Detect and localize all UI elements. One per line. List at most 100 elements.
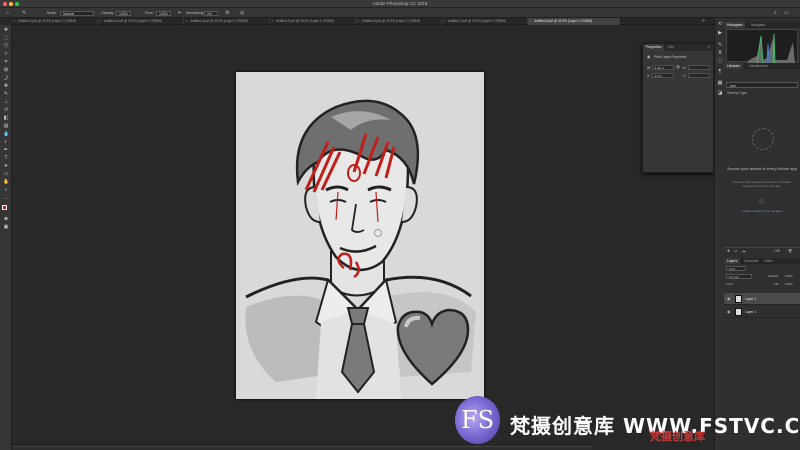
tab-untitled-4[interactable]: × Untitled-4.pdf @ 33.3% (Layer 2, RGB/8) [184,18,270,25]
zoom-tool-icon[interactable]: ⌕ [3,188,9,193]
home-icon[interactable]: ⌂ [6,10,9,16]
close-tab-icon[interactable]: × [100,18,102,25]
tab-adjustments[interactable]: Adjustments [746,63,771,69]
close-tab-icon[interactable]: × [272,18,274,25]
brush-preset-icon[interactable]: ✎ [22,10,26,16]
close-tab-icon[interactable]: × [530,18,532,25]
more-tools-icon[interactable]: … [3,196,9,201]
eye-icon[interactable]: ◉ [727,306,731,318]
foreground-color-swatch[interactable] [2,205,7,210]
close-tab-icon[interactable]: × [186,18,188,25]
history-brush-tool-icon[interactable]: ↺ [3,108,9,113]
path-select-tool-icon[interactable]: ➤ [3,164,9,169]
dodge-tool-icon[interactable]: ◐ [3,140,9,145]
view-by-type[interactable]: View by Type [727,91,747,95]
document-canvas[interactable] [236,72,484,399]
tab-channels[interactable]: Channels [741,258,761,264]
x-field[interactable]: 1.6 in [652,73,674,78]
actions-panel-icon[interactable]: ▶ [717,31,723,36]
window-title: Adobe Photoshop CC 2018 [372,1,428,6]
flow-field[interactable]: 100% [156,10,171,16]
airbrush-icon[interactable]: ⌖ [178,10,181,16]
tab-libraries[interactable]: Libraries [724,63,744,69]
library-select[interactable]: Jack [726,82,798,88]
type-tool-icon[interactable]: T [3,156,9,161]
brush-tool-icon[interactable]: ✎ [3,92,9,97]
eyedropper-tool-icon[interactable]: ⤸ [3,76,9,81]
tab-navigator[interactable]: Navigator [748,22,769,28]
tab-paths[interactable]: Paths [761,258,776,264]
eraser-tool-icon[interactable]: ◧ [3,116,9,121]
close-tab-icon[interactable]: × [358,18,360,25]
trash-icon[interactable]: 🗑 [788,249,792,253]
cc-info-icon[interactable]: ⓘ [759,198,764,205]
screen-mode-icon[interactable]: ▣ [3,225,9,230]
mode-select[interactable]: Normal [60,10,94,16]
styles-panel-icon[interactable]: ◪ [717,91,723,96]
tab-info[interactable]: Info [665,44,677,51]
move-tool-icon[interactable]: ✥ [3,28,9,33]
pen-tool-icon[interactable]: ✒ [3,148,9,153]
swatches-panel-icon[interactable]: ▦ [717,81,723,86]
gear-icon[interactable]: ⚙ [225,10,229,16]
cloud-icon[interactable]: ☁ [742,249,745,253]
tab-properties[interactable]: Properties [643,44,665,51]
glyphs-panel-icon[interactable]: A [717,51,723,56]
info-panel-icon[interactable]: ⓘ [717,59,723,64]
y-field[interactable] [688,73,710,78]
eye-icon[interactable]: ◉ [727,293,731,305]
flow-label: Flow: [145,11,154,15]
tab-untitled-3[interactable]: × Untitled-3.pdf @ 33.3% (Layer 2, RGB/8) [98,18,184,25]
workspace-icon[interactable]: ▭ [784,10,789,16]
blend-mode-select[interactable]: Normal [726,274,752,279]
lasso-tool-icon[interactable]: ➰ [3,44,9,49]
tab-histogram[interactable]: Histogram [724,22,746,28]
tab-layers[interactable]: Layers [724,258,741,264]
panel-icon-strip: ⟲ ▶ ✎ A ⓘ ¶ ▦ ◪ [714,18,724,450]
tab-untitled-2[interactable]: × Untitled-2.pdf @ 33.3% (Layer 2, RGB/8) [12,18,98,25]
layer-row-layer-2[interactable]: ◉ Layer 2 [724,293,800,305]
w-field[interactable]: 3.33 in [652,65,674,70]
layer-opacity-value[interactable]: 100% [785,274,793,278]
quick-select-tool-icon[interactable]: ✧ [3,52,9,57]
clone-stamp-tool-icon[interactable]: ⊥ [3,100,9,105]
library-create-link[interactable]: Create new layer from all apps [724,209,800,213]
histogram-chart [727,33,795,64]
opacity-field[interactable]: 100% [116,10,131,16]
pressure-icon[interactable]: ◎ [240,10,244,16]
close-tab-icon[interactable]: × [14,18,16,25]
layer-row-layer-1[interactable]: ◉ Layer 1 [724,306,800,318]
blur-tool-icon[interactable]: 💧 [3,132,9,137]
tab-untitled-6[interactable]: × Untitled-6.pdf @ 33.3% (Layer 2, RGB/8) [356,18,442,25]
history-panel-icon[interactable]: ⟲ [717,22,723,27]
frame-tool-icon[interactable]: ⊠ [3,68,9,73]
tab-untitled-7[interactable]: × Untitled-7.pdf @ 33.3% (Layer 2, RGB/8) [442,18,528,25]
crop-tool-icon[interactable]: ⌗ [3,60,9,65]
pixel-layer-icon: ▣ [647,55,651,59]
close-tab-icon[interactable]: × [444,18,446,25]
smoothing-field[interactable]: 0% [204,10,218,16]
lock-label: Lock: [726,282,734,286]
title-bar: Adobe Photoshop CC 2018 [0,0,800,8]
brush-settings-icon[interactable]: ✎ [717,43,723,48]
marquee-tool-icon[interactable]: ⬚ [3,36,9,41]
folder-icon[interactable]: ▭ [734,249,737,253]
shape-tool-icon[interactable]: ▭ [3,172,9,177]
paragraph-panel-icon[interactable]: ¶ [717,70,723,75]
search-icon[interactable]: ⌕ [774,10,777,16]
gradient-tool-icon[interactable]: ▤ [3,124,9,129]
link-icon[interactable]: ⛓ [676,65,680,69]
panel-menu-icon[interactable]: ≡ [705,44,713,51]
healing-brush-tool-icon[interactable]: ✚ [3,84,9,89]
add-content-icon[interactable]: ✚ [727,249,730,253]
layer-filter-kind[interactable]: Kind [726,266,746,271]
tab-untitled-8[interactable]: × Untitled-8.pdf @ 33.3% (Layer 2, RGB/8) [528,18,620,25]
kind-label: Kind [729,267,736,271]
quick-mask-icon[interactable]: ◙ [3,217,9,222]
tab-untitled-5[interactable]: × Untitled-5.pdf @ 33.3% (Layer 1, RGB/8) [270,18,356,25]
library-footer: ✚ ▭ ☁ -- KB 🗑 [724,247,800,253]
hand-tool-icon[interactable]: ✋ [3,180,9,185]
tabs-overflow-icon[interactable]: » [702,18,705,24]
fill-value[interactable]: 100% [785,282,793,286]
h-field[interactable] [688,65,710,70]
